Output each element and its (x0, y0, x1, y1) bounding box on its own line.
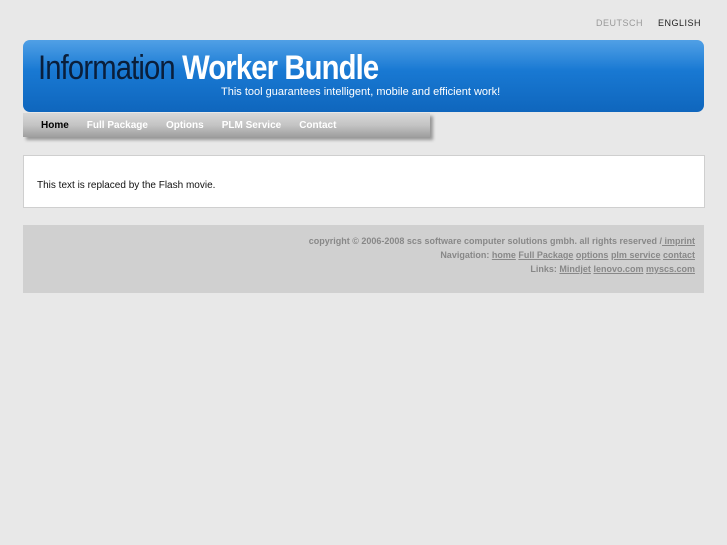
imprint-link[interactable]: imprint (662, 236, 696, 246)
footer-link-lenovo[interactable]: lenovo.com (593, 264, 643, 274)
flash-placeholder-text: This text is replaced by the Flash movie… (37, 180, 216, 191)
lang-deutsch-link[interactable]: DEUTSCH (596, 18, 643, 28)
main-nav: Home Full Package Options PLM Service Co… (23, 113, 430, 137)
nav-options[interactable]: Options (166, 120, 204, 131)
site-tagline: This tool guarantees intelligent, mobile… (221, 86, 501, 98)
footer-navigation-line: Navigation: home Full Package options pl… (440, 250, 695, 260)
site-title-part1: Information (38, 49, 176, 87)
footer-links-label: Links: (530, 264, 557, 274)
footer: copyright © 2006-2008 scs software compu… (23, 225, 704, 293)
footer-link-contact[interactable]: contact (663, 250, 695, 260)
footer-link-options[interactable]: options (576, 250, 609, 260)
footer-copyright-line: copyright © 2006-2008 scs software compu… (309, 236, 695, 246)
header-banner: Information Worker Bundle This tool guar… (23, 40, 704, 112)
footer-link-plm-service[interactable]: plm service (611, 250, 661, 260)
site-title: Information Worker Bundle (38, 48, 379, 88)
copyright-text: copyright © 2006-2008 scs software compu… (308, 236, 662, 246)
nav-contact[interactable]: Contact (299, 120, 336, 131)
nav-full-package[interactable]: Full Package (87, 120, 148, 131)
footer-link-home[interactable]: home (492, 250, 516, 260)
nav-home[interactable]: Home (41, 120, 69, 131)
footer-links-line: Links: Mindjet lenovo.com myscs.com (530, 264, 695, 274)
site-title-part2: Worker Bundle (182, 49, 379, 87)
footer-link-myscs[interactable]: myscs.com (646, 264, 695, 274)
footer-link-mindjet[interactable]: Mindjet (559, 264, 591, 274)
footer-nav-label: Navigation: (440, 250, 490, 260)
lang-english-link[interactable]: ENGLISH (658, 18, 701, 28)
footer-link-full-package[interactable]: Full Package (518, 250, 573, 260)
language-switcher: DEUTSCH ENGLISH (584, 18, 701, 28)
content-box: This text is replaced by the Flash movie… (23, 155, 705, 208)
nav-plm-service[interactable]: PLM Service (222, 120, 281, 131)
